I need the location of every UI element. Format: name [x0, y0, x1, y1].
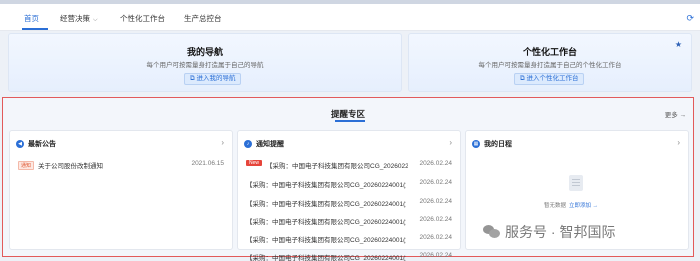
tab-personal-workbench[interactable]: 个性化工作台: [120, 13, 165, 24]
schedule-title: 我的日程: [484, 141, 512, 148]
megaphone-icon: ◀: [16, 140, 24, 148]
add-schedule-link[interactable]: 立即添加 →: [569, 203, 598, 209]
tab-business-decision-label: 经营决策: [60, 14, 90, 23]
enter-nav-button[interactable]: ⧉ 进入我的导航: [184, 73, 242, 85]
notices-title: 通知提醒: [256, 141, 284, 148]
schedule-header: ▦ 我的日程: [472, 139, 512, 149]
active-tab-indicator: [22, 28, 48, 30]
tab-production-control[interactable]: 生产总控台: [184, 13, 222, 24]
new-tag: New: [246, 160, 263, 166]
notice-date: 2026.02.24: [419, 179, 452, 186]
empty-state: 暂无数据 立即添加 →: [544, 201, 598, 209]
list-item[interactable]: 通知 关于公司股份改制通知 2021.06.15: [18, 160, 224, 170]
empty-state-text: 暂无数据: [544, 203, 567, 209]
announcements-panel: ◀ 最新公告 › 通知 关于公司股份改制通知 2021.06.15: [9, 130, 233, 250]
notice-text: 【采购：中国电子科技集团有限公司CG_20260224001(复...: [246, 237, 406, 244]
workbench-card: ★ 个性化工作台 每个用户可按需量身打造属于自己的个性化工作台 ⧉ 进入个性化工…: [408, 33, 692, 92]
notice-text: 【采购：中国电子科技集团有限公司CG_20260224001(复...: [246, 201, 406, 208]
chevron-right-icon[interactable]: ›: [449, 138, 452, 147]
announcements-header: ◀ 最新公告: [16, 139, 56, 149]
list-item[interactable]: New 【采购：中国电子科技集团有限公司CG_20260224... 2026.0…: [246, 160, 452, 170]
enter-workbench-button[interactable]: ⧉ 进入个性化工作台: [514, 73, 585, 85]
reminder-zone-header: 提醒专区 更多 →: [3, 98, 693, 124]
watermark: 服务号 · 智邦国际: [483, 222, 615, 242]
more-link[interactable]: 更多 →: [665, 109, 686, 119]
notice-text: 【采购：中国电子科技集团有限公司CG_20260224001(复...: [246, 182, 406, 189]
announcements-title: 最新公告: [28, 141, 56, 148]
list-item[interactable]: 【采购：中国电子科技集团有限公司CG_20260224001(复... 2026…: [246, 234, 452, 244]
list-item[interactable]: 【采购：中国电子科技集团有限公司CG_20260224001(复... 2026…: [246, 216, 452, 226]
list-item[interactable]: 【采购：中国电子科技集团有限公司CG_20260224001(复... 2026…: [246, 198, 452, 208]
notices-panel: ♪ 通知提醒 › New 【采购：中国电子科技集团有限公司CG_20260224.…: [237, 130, 461, 261]
refresh-icon[interactable]: ⟳: [686, 13, 694, 24]
nav-card: 我的导航 每个用户可按需量身打造属于自己的导航 ⧉ 进入我的导航: [8, 33, 402, 92]
list-item[interactable]: 【采购：中国电子科技集团有限公司CG_20260224001(复... 2026…: [246, 252, 452, 261]
notice-tag: 通知: [18, 161, 35, 170]
tab-business-decision[interactable]: 经营决策 ⌵: [60, 13, 98, 24]
notice-date: 2026.02.24: [419, 160, 452, 167]
watermark-text: 服务号 · 智邦国际: [505, 224, 616, 240]
nav-card-title: 我的导航: [186, 47, 223, 57]
list-item[interactable]: 【采购：中国电子科技集团有限公司CG_20260224001(复... 2026…: [246, 179, 452, 189]
chevron-down-icon: ⌵: [93, 17, 98, 23]
notice-text: 【采购：中国电子科技集团有限公司CG_20260224001(复...: [246, 255, 406, 261]
calendar-icon: ▦: [472, 140, 480, 148]
bell-icon: ♪: [244, 140, 252, 148]
workbench-card-subtitle: 每个用户可按需量身打造属于自己的个性化工作台: [478, 62, 622, 69]
enter-workbench-button-label: 进入个性化工作台: [526, 75, 579, 82]
notice-date: 2026.02.24: [419, 252, 452, 259]
notice-date: 2026.02.24: [419, 234, 452, 241]
empty-document-icon: [569, 175, 583, 191]
nav-card-subtitle: 每个用户可按需量身打造属于自己的导航: [146, 62, 264, 69]
workbench-card-title: 个性化工作台: [522, 47, 577, 57]
notice-text: 【采购：中国电子科技集团有限公司CG_20260224...: [266, 163, 409, 170]
announcement-text: 关于公司股份改制通知: [38, 163, 104, 170]
tab-home[interactable]: 首页: [24, 13, 39, 24]
notices-header: ♪ 通知提醒: [244, 139, 284, 149]
enter-nav-button-label: 进入我的导航: [196, 75, 236, 82]
notice-date: 2026.02.24: [419, 216, 452, 223]
title-underline: [335, 120, 365, 122]
reminder-zone-title: 提醒专区: [330, 109, 365, 119]
announcement-date: 2021.06.15: [191, 160, 224, 167]
notice-date: 2026.02.24: [419, 198, 452, 205]
top-menu: 首页 经营决策 ⌵ 个性化工作台 生产总控台 ⟳: [0, 4, 700, 31]
chevron-right-icon[interactable]: ›: [221, 138, 224, 147]
chevron-right-icon[interactable]: ›: [677, 138, 680, 147]
notice-text: 【采购：中国电子科技集团有限公司CG_20260224001(复...: [246, 219, 406, 226]
wechat-icon: [483, 225, 501, 239]
